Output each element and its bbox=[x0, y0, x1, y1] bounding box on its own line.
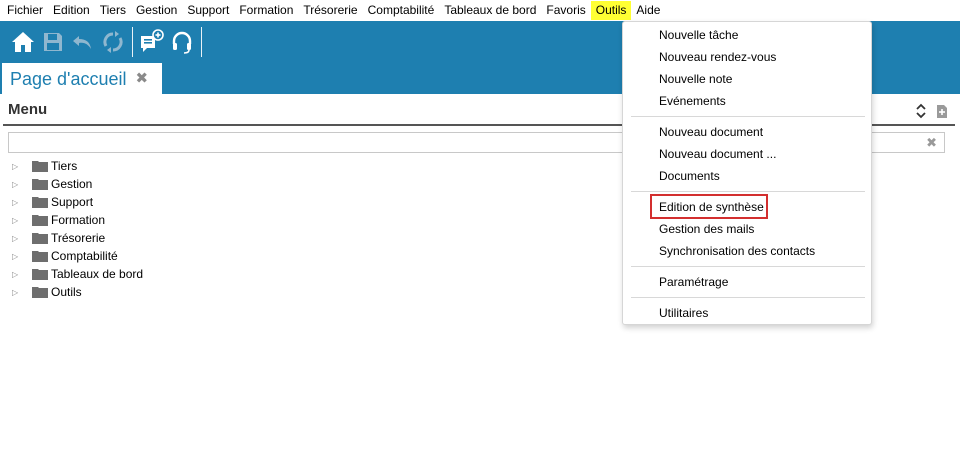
menu-item-nouveau-document-ellipsis[interactable]: Nouveau document ... bbox=[659, 146, 776, 162]
menu-separator bbox=[631, 191, 865, 192]
toolbar-separator bbox=[132, 27, 133, 57]
menu-favoris[interactable]: Favoris bbox=[541, 1, 590, 20]
tab-label: Page d'accueil bbox=[10, 68, 127, 89]
tree-item-outils[interactable]: ▷ Outils bbox=[10, 283, 143, 301]
menu-item-nouveau-document[interactable]: Nouveau document bbox=[659, 124, 763, 140]
undo-button[interactable] bbox=[68, 25, 98, 59]
menu-tableaux-de-bord[interactable]: Tableaux de bord bbox=[439, 1, 541, 20]
folder-icon bbox=[32, 287, 48, 298]
tree-item-label: Tableaux de bord bbox=[51, 267, 144, 281]
undo-icon bbox=[73, 36, 91, 49]
menu-separator bbox=[631, 266, 865, 267]
menu-separator bbox=[631, 116, 865, 117]
refresh-button[interactable] bbox=[98, 25, 128, 59]
menu-item-nouvelle-tache[interactable]: Nouvelle tâche bbox=[659, 27, 738, 43]
menu-item-synchronisation-des-contacts[interactable]: Synchronisation des contacts bbox=[659, 243, 815, 259]
tree-item-gestion[interactable]: ▷ Gestion bbox=[10, 175, 143, 193]
expand-arrow-icon[interactable]: ▷ bbox=[12, 252, 22, 261]
menu-item-parametrage[interactable]: Paramétrage bbox=[659, 274, 728, 290]
outils-dropdown-menu: Nouvelle tâche Nouveau rendez-vous Nouve… bbox=[622, 21, 872, 325]
menu-edition[interactable]: Edition bbox=[48, 1, 95, 20]
menu-comptabilite[interactable]: Comptabilité bbox=[363, 1, 440, 20]
home-icon bbox=[12, 32, 34, 52]
support-button[interactable] bbox=[167, 25, 197, 59]
menu-item-evenements[interactable]: Evénements bbox=[659, 93, 726, 109]
tree-item-tableaux-de-bord[interactable]: ▷ Tableaux de bord bbox=[10, 265, 143, 283]
folder-icon bbox=[32, 233, 48, 244]
tree-item-label: Tiers bbox=[51, 159, 78, 173]
panel-actions bbox=[916, 103, 948, 119]
clear-icon[interactable]: ✖ bbox=[926, 135, 937, 151]
folder-icon bbox=[32, 215, 48, 226]
menu-item-utilitaires[interactable]: Utilitaires bbox=[659, 305, 708, 321]
menu-aide[interactable]: Aide bbox=[631, 1, 665, 20]
menu-fichier[interactable]: Fichier bbox=[2, 1, 48, 20]
menu-separator bbox=[631, 297, 865, 298]
toolbar-separator bbox=[201, 27, 202, 57]
menu-item-gestion-des-mails[interactable]: Gestion des mails bbox=[659, 221, 754, 237]
home-button[interactable] bbox=[8, 25, 38, 59]
menu-gestion[interactable]: Gestion bbox=[131, 1, 182, 20]
new-message-button[interactable] bbox=[137, 25, 167, 59]
tree-item-label: Outils bbox=[51, 285, 82, 299]
tab-page-accueil[interactable]: Page d'accueil ✖ bbox=[2, 63, 162, 94]
tree-item-tiers[interactable]: ▷ Tiers bbox=[10, 157, 143, 175]
expand-arrow-icon[interactable]: ▷ bbox=[12, 216, 22, 225]
expand-arrow-icon[interactable]: ▷ bbox=[12, 180, 22, 189]
tree-item-label: Trésorerie bbox=[51, 231, 106, 245]
expand-arrow-icon[interactable]: ▷ bbox=[12, 198, 22, 207]
menu-tresorerie[interactable]: Trésorerie bbox=[298, 1, 362, 20]
panel-title: Menu bbox=[8, 101, 48, 118]
folder-icon bbox=[32, 179, 48, 190]
save-icon bbox=[44, 33, 62, 51]
tab-close-icon[interactable]: ✖ bbox=[136, 71, 149, 86]
new-message-icon bbox=[141, 29, 164, 52]
tree-item-support[interactable]: ▷ Support bbox=[10, 193, 143, 211]
menu-item-nouvelle-note[interactable]: Nouvelle note bbox=[659, 71, 732, 87]
folder-icon bbox=[32, 161, 48, 172]
tree-item-label: Support bbox=[51, 195, 94, 209]
expand-collapse-icon[interactable] bbox=[916, 103, 926, 119]
folder-icon bbox=[32, 269, 48, 280]
menu-item-nouveau-rendez-vous[interactable]: Nouveau rendez-vous bbox=[659, 49, 776, 65]
expand-arrow-icon[interactable]: ▷ bbox=[12, 234, 22, 243]
refresh-icon bbox=[103, 31, 123, 53]
tree-item-label: Formation bbox=[51, 213, 106, 227]
expand-arrow-icon[interactable]: ▷ bbox=[12, 162, 22, 171]
folder-icon bbox=[32, 197, 48, 208]
expand-arrow-icon[interactable]: ▷ bbox=[12, 288, 22, 297]
menu-bar: Fichier Edition Tiers Gestion Support Fo… bbox=[0, 0, 960, 21]
folder-icon bbox=[32, 251, 48, 262]
add-document-icon[interactable] bbox=[936, 104, 948, 119]
tree-item-comptabilite[interactable]: ▷ Comptabilité bbox=[10, 247, 143, 265]
highlight-box bbox=[650, 194, 768, 219]
tree-item-label: Comptabilité bbox=[51, 249, 118, 263]
menu-support[interactable]: Support bbox=[182, 1, 234, 20]
menu-formation[interactable]: Formation bbox=[234, 1, 298, 20]
tree-item-formation[interactable]: ▷ Formation bbox=[10, 211, 143, 229]
tree-item-label: Gestion bbox=[51, 177, 93, 191]
tree-item-tresorerie[interactable]: ▷ Trésorerie bbox=[10, 229, 143, 247]
menu-tree: ▷ Tiers ▷ Gestion ▷ Support ▷ Formation … bbox=[10, 157, 143, 301]
headset-icon bbox=[172, 31, 192, 54]
expand-arrow-icon[interactable]: ▷ bbox=[12, 270, 22, 279]
save-button[interactable] bbox=[38, 25, 68, 59]
menu-tiers[interactable]: Tiers bbox=[95, 1, 131, 20]
menu-outils[interactable]: Outils bbox=[590, 1, 632, 20]
menu-item-documents[interactable]: Documents bbox=[659, 168, 720, 184]
